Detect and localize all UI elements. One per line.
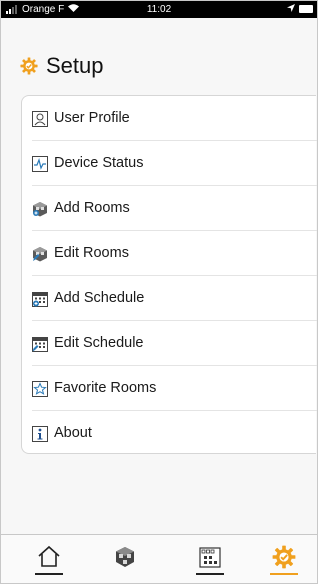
favorite-rooms-icon — [32, 381, 48, 397]
user-profile-icon — [32, 111, 48, 127]
menu-item-user-profile[interactable]: User Profile — [22, 96, 317, 141]
status-right — [287, 4, 313, 14]
edit-rooms-icon — [33, 247, 47, 262]
about-icon — [32, 426, 48, 442]
menu-item-label: Edit Rooms — [54, 245, 129, 261]
menu-item-label: Favorite Rooms — [54, 380, 157, 396]
menu-item-edit-rooms[interactable]: Edit Rooms — [22, 231, 317, 276]
setup-menu: User Profile Device Status Add Rooms Edi… — [21, 95, 317, 456]
add-schedule-icon — [32, 292, 48, 307]
app-screen: Orange F 11:02 Setup User Profile Device… — [0, 0, 318, 584]
page-title: Setup — [46, 53, 104, 78]
menu-item-label: Device Status — [54, 155, 144, 171]
tab-setup[interactable] — [264, 543, 304, 583]
menu-item-label: Edit Schedule — [54, 335, 144, 351]
location-arrow-icon — [287, 4, 295, 14]
menu-item-add-rooms[interactable]: Add Rooms — [22, 186, 317, 231]
page-header: Setup — [20, 53, 104, 79]
tab-home[interactable] — [29, 543, 69, 583]
edit-schedule-icon — [32, 337, 48, 352]
menu-item-add-schedule[interactable]: Add Schedule — [22, 276, 317, 321]
menu-item-about[interactable]: About — [22, 411, 317, 456]
status-bar: Orange F 11:02 — [1, 1, 317, 18]
home-icon — [38, 545, 60, 567]
rooms-icon — [116, 547, 134, 567]
status-time: 11:02 — [146, 4, 172, 15]
menu-item-label: Add Schedule — [54, 290, 145, 306]
tab-underline-active — [270, 573, 298, 575]
menu-item-favorite-rooms[interactable]: Favorite Rooms — [22, 366, 317, 411]
menu-item-label: Add Rooms — [54, 200, 130, 216]
menu-item-device-status[interactable]: Device Status — [22, 141, 317, 186]
menu-item-label: User Profile — [54, 110, 130, 126]
tab-rooms[interactable] — [105, 543, 145, 583]
menu-item-label: About — [54, 425, 92, 441]
battery-icon — [299, 5, 313, 13]
menu-item-edit-schedule[interactable]: Edit Schedule — [22, 321, 317, 366]
tab-bar — [1, 534, 317, 583]
schedule-icon — [199, 547, 221, 568]
tab-schedule[interactable] — [190, 543, 230, 583]
tab-underline — [35, 573, 63, 575]
tab-underline — [196, 573, 224, 575]
gear-icon — [20, 57, 38, 75]
add-rooms-icon — [33, 202, 47, 217]
device-status-icon — [32, 156, 48, 172]
setup-gear-icon — [272, 545, 296, 569]
